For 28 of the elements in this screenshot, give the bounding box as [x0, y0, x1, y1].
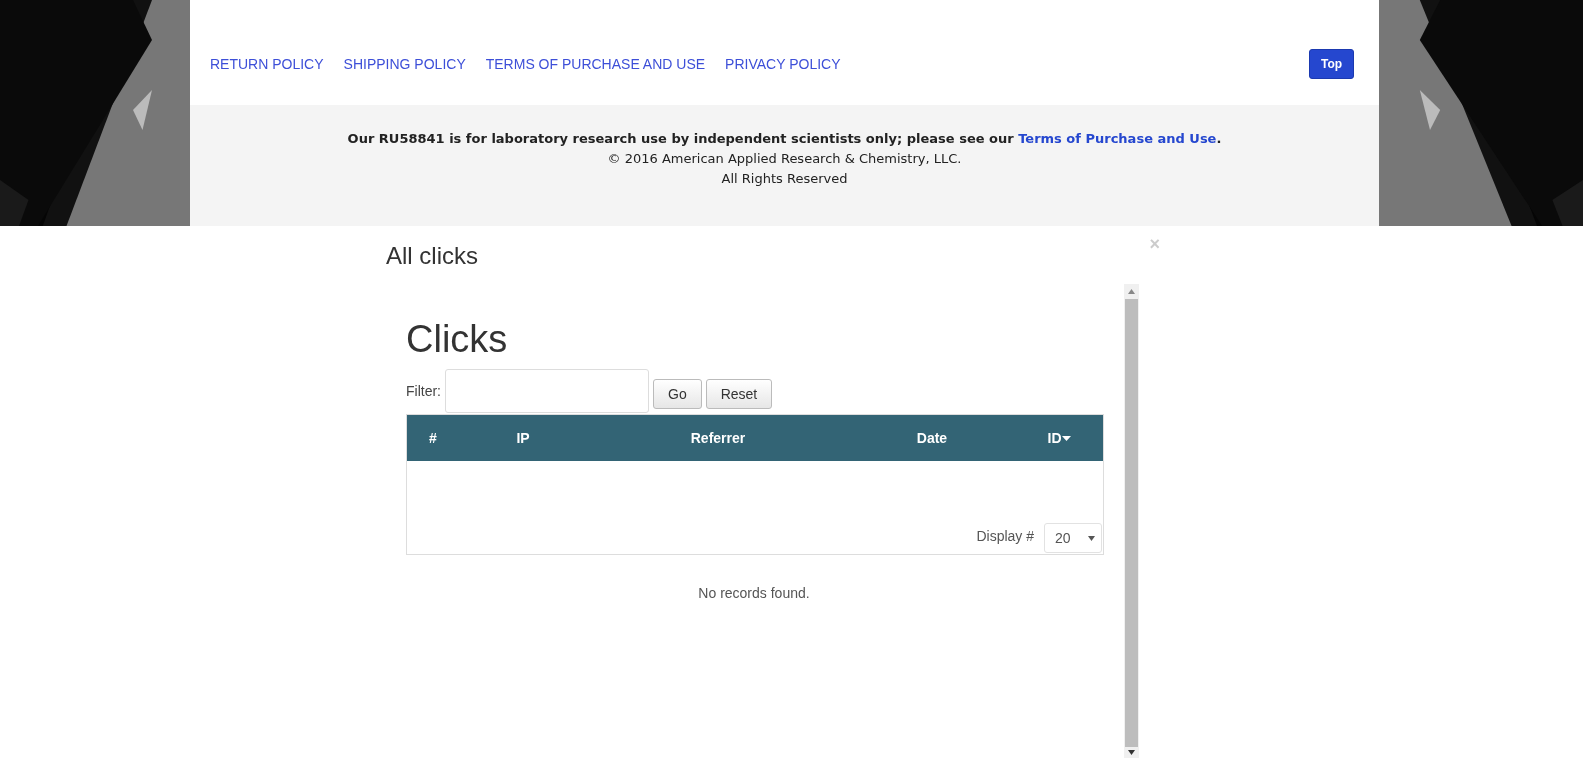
nav-link[interactable]: RETURN POLICY: [210, 55, 324, 72]
caret-icon: [1088, 535, 1095, 541]
nav-link[interactable]: TERMS OF PURCHASE AND USE: [485, 55, 706, 72]
modal-title: All clicks: [386, 242, 478, 271]
column-header[interactable]: ID: [1015, 430, 1103, 446]
disclaimer-text: Our RU58841 is for laboratory research use by independent scientists only; please see our Terms of Purchase and Use.: [347, 131, 1222, 146]
reset-button[interactable]: Reset: [705, 379, 773, 409]
column-header[interactable]: #: [407, 430, 459, 446]
column-header[interactable]: Date: [849, 430, 1015, 446]
nav-link[interactable]: PRIVACY POLICY: [725, 55, 841, 72]
caret-icon: [1061, 435, 1071, 441]
filter-field[interactable]: [445, 369, 649, 413]
empty-message: No records found.: [697, 585, 811, 601]
column-header[interactable]: Referrer: [587, 430, 849, 446]
page-size-select[interactable]: 20: [1044, 523, 1102, 553]
nav-link[interactable]: SHIPPING POLICY: [343, 55, 466, 72]
scroll-down-icon[interactable]: [1128, 750, 1135, 755]
go-button[interactable]: Go: [653, 379, 702, 409]
filter-label: Filter:: [406, 383, 441, 399]
display-label: Display #: [976, 528, 1034, 544]
top-button[interactable]: Top: [1309, 48, 1354, 79]
column-header[interactable]: IP: [459, 430, 587, 446]
terms-link[interactable]: Terms of Purchase and Use: [1018, 131, 1217, 146]
scrollbar[interactable]: [1124, 284, 1139, 758]
scroll-up-icon[interactable]: [1128, 289, 1135, 294]
rights-text: All Rights Reserved: [721, 171, 848, 186]
copyright-text: © 2016 American Applied Research & Chemistry, LLC.: [607, 151, 962, 166]
page-heading: Clicks: [406, 317, 509, 362]
